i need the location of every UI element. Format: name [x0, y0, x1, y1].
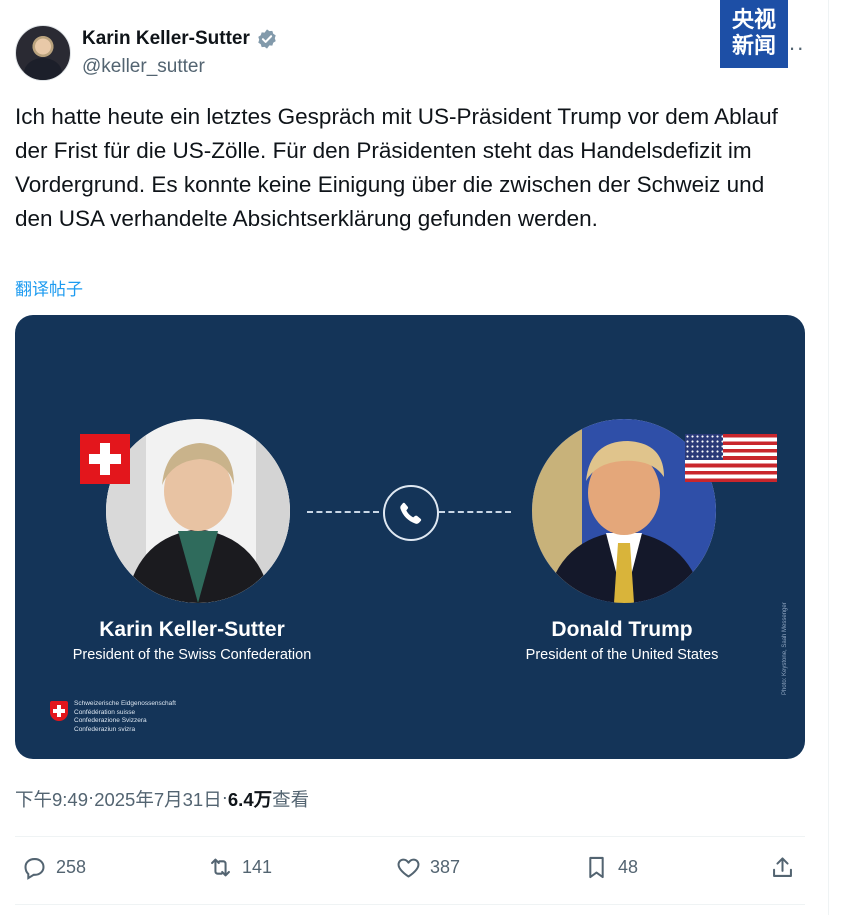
watermark-line-1: 央视 [731, 8, 776, 33]
federal-line: Confederazione Svizzera [74, 717, 147, 724]
tweet-media-image[interactable]: Karin Keller-Sutter President of the Swi… [15, 315, 805, 759]
repost-icon [211, 858, 230, 877]
column-border [828, 0, 829, 915]
cctv-news-watermark: 央视 新闻 [720, 0, 788, 68]
right-person-title: President of the United States [525, 647, 719, 663]
user-handle[interactable]: @keller_sutter [82, 56, 205, 78]
reply-count: 258 [56, 857, 87, 877]
repost-button[interactable]: 141 [207, 854, 272, 881]
post-time[interactable]: 下午9:49 [15, 786, 88, 812]
us-flag-icon [685, 434, 777, 482]
tweet-header: Karin Keller-Sutter @keller_sutter ··· [15, 25, 815, 85]
right-person-name: Donald Trump [551, 618, 693, 641]
repost-count: 141 [242, 857, 273, 877]
watermark-line-2: 新闻 [731, 34, 776, 59]
views-label: 查看 [272, 789, 310, 810]
like-button[interactable]: 387 [395, 854, 460, 881]
bookmark-icon [589, 856, 604, 879]
federal-line: Confédération suisse [74, 708, 136, 716]
federal-line: Confederaziun svizra [74, 725, 136, 733]
reply-icon [24, 858, 45, 880]
left-person-title: President of the Swiss Confederation [72, 647, 312, 663]
tweet-text: Ich hatte heute ein letztes Gespräch mit… [15, 104, 778, 231]
name-row: Karin Keller-Sutter [82, 28, 278, 50]
portrait-keller-sutter [106, 419, 290, 603]
display-name[interactable]: Karin Keller-Sutter [82, 28, 250, 50]
bookmark-count: 48 [618, 857, 639, 877]
post-date[interactable]: 2025年7月31日 [94, 786, 222, 812]
swiss-federal-logo: Schweizerische Eidgenossenschaft Confédé… [50, 700, 176, 734]
verified-badge-icon [258, 29, 276, 49]
share-icon [773, 857, 792, 877]
heart-icon [397, 858, 420, 878]
photo-credit: Photo: Keystone, Saah Messenger [782, 602, 788, 695]
divider [15, 836, 805, 837]
bookmark-button[interactable]: 48 [583, 854, 638, 881]
translate-post-link[interactable]: 翻译帖子 [15, 275, 83, 300]
like-count: 387 [430, 857, 461, 877]
swiss-shield-icon [50, 701, 68, 721]
avatar[interactable] [15, 25, 71, 81]
connector-left [307, 511, 379, 513]
divider [15, 904, 805, 905]
left-person-name: Karin Keller-Sutter [99, 618, 285, 641]
phone-call-icon [383, 485, 439, 541]
share-button[interactable] [769, 854, 796, 881]
reply-button[interactable]: 258 [21, 854, 86, 881]
federal-line: Schweizerische Eidgenossenschaft [74, 700, 176, 707]
federal-text: Schweizerische Eidgenossenschaft Confédé… [74, 700, 176, 734]
action-bar: 258 141 387 48 [15, 850, 805, 890]
connector-right [439, 511, 511, 513]
swiss-flag-icon [80, 434, 130, 484]
views-count: 6.4万 [227, 789, 273, 810]
tweet-meta: 下午9:49 · 2025年7月31日 · 6.4万 查看 [15, 786, 309, 812]
